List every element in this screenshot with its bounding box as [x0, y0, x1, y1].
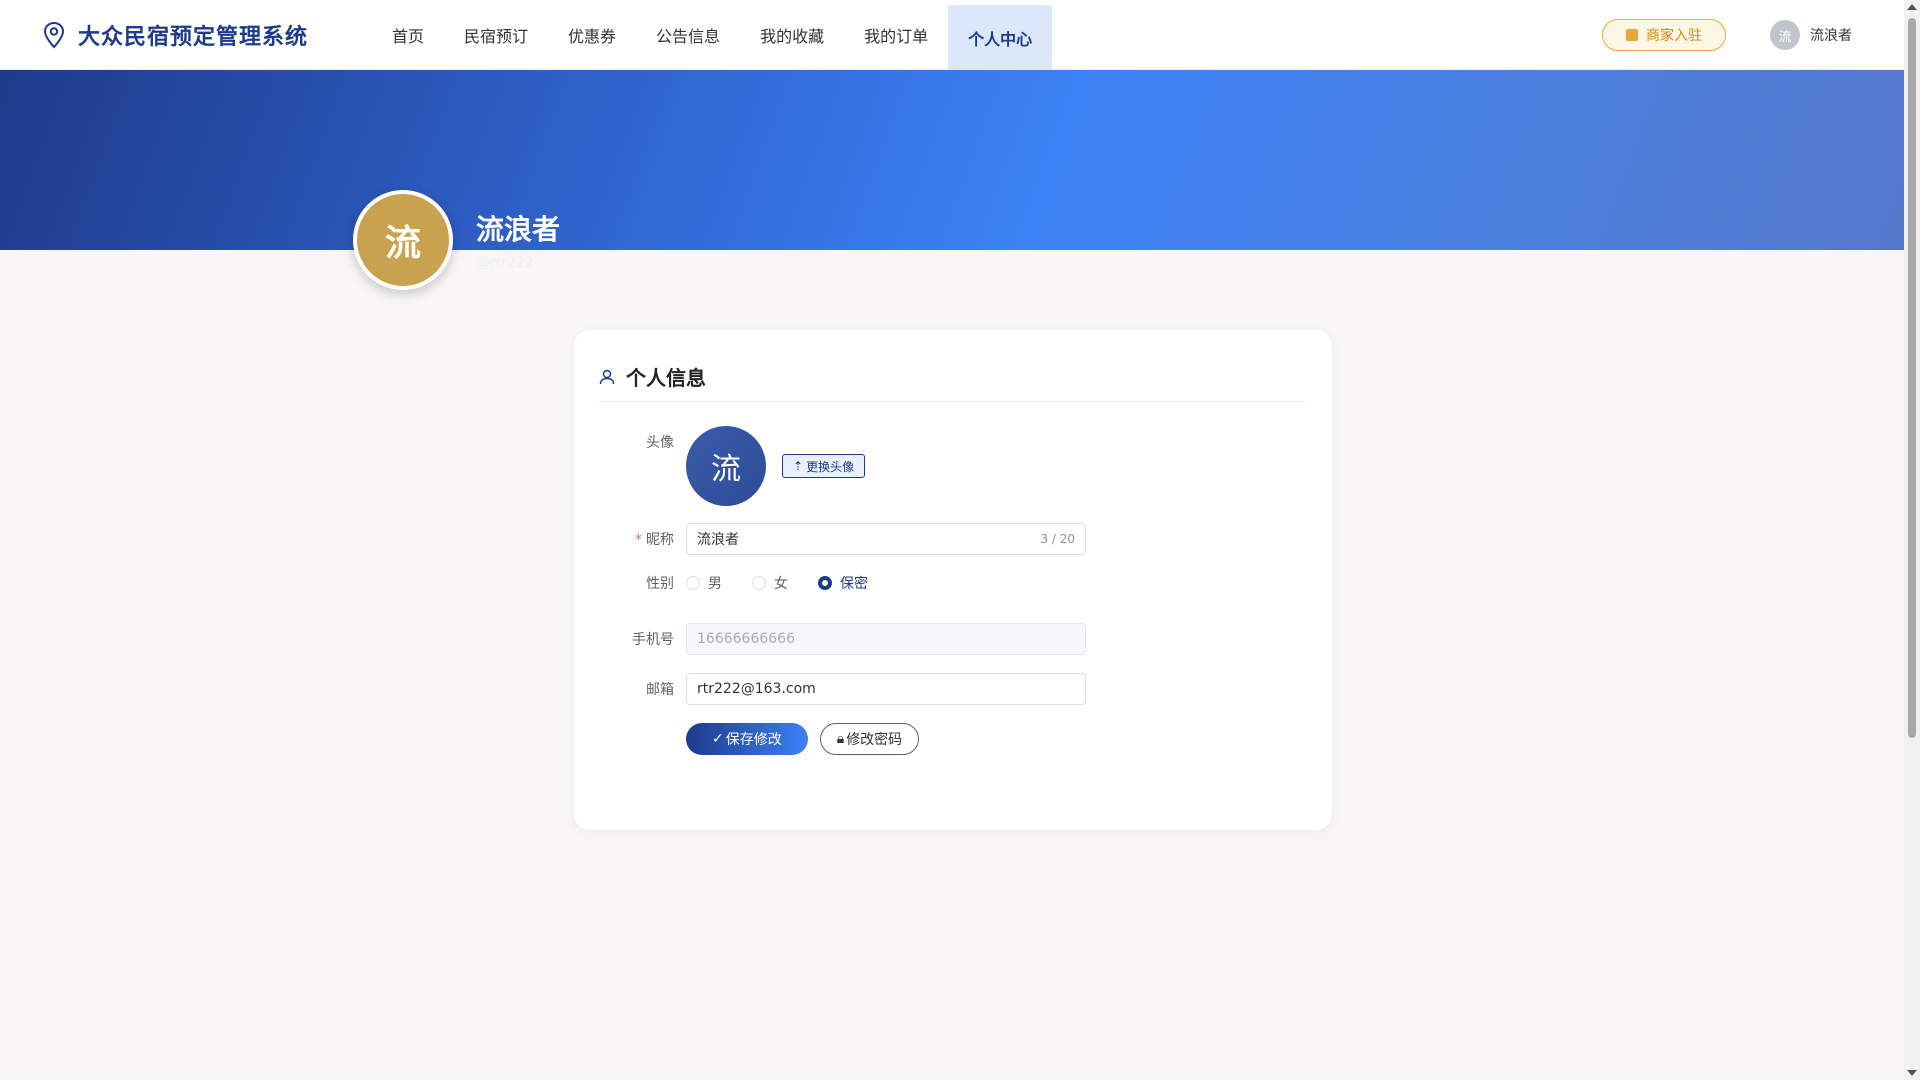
- user-menu[interactable]: 流 流浪者: [1770, 20, 1852, 50]
- required-mark: *: [635, 532, 642, 548]
- gender-radio-male[interactable]: 男: [686, 573, 722, 593]
- profile-banner: [0, 70, 1904, 250]
- save-button[interactable]: ✓ 保存修改: [686, 723, 808, 755]
- card-header: 个人信息: [598, 352, 1308, 402]
- nickname-count: 3 / 20: [1040, 532, 1075, 546]
- profile-avatar: 流: [353, 190, 453, 290]
- card-title: 个人信息: [626, 366, 706, 390]
- gender-female-label: 女: [774, 576, 788, 592]
- nickname-value: 流浪者: [697, 532, 739, 548]
- nav-item-personal-center[interactable]: 个人中心: [948, 4, 1053, 74]
- shop-icon: [1626, 29, 1638, 41]
- nav-item-announcements[interactable]: 公告信息: [636, 0, 740, 70]
- gender-label: 性别: [646, 576, 674, 592]
- merchant-join-button[interactable]: 商家入驻: [1602, 19, 1726, 51]
- nickname-row: * 昵称 流浪者 3 / 20: [574, 523, 1086, 555]
- upload-icon: ⇡: [793, 459, 804, 473]
- phone-input: 16666666666: [686, 623, 1086, 655]
- personal-info-card: 个人信息 头像 流 ⇡ 更换头像 *昵称 流浪者 3 / 20 性别 男 女: [574, 330, 1332, 830]
- radio-circle: [686, 576, 700, 590]
- location-pin-icon: [43, 21, 65, 48]
- nickname-label-text: 昵称: [646, 532, 674, 548]
- scroll-down-icon[interactable]: [1907, 1070, 1917, 1076]
- app-title: 大众民宿预定管理系统: [78, 24, 309, 50]
- gender-radio-secret[interactable]: 保密: [818, 573, 868, 593]
- nickname-label: * 昵称: [574, 529, 686, 549]
- change-password-label: 修改密码: [846, 732, 903, 748]
- profile-username: @rtr222: [476, 255, 534, 271]
- avatar-row: 头像 流 ⇡ 更换头像: [574, 426, 866, 506]
- lock-icon: 🔒︎: [836, 731, 845, 747]
- user-icon: [599, 369, 615, 384]
- email-value: rtr222@163.com: [697, 681, 816, 697]
- gender-radio-female[interactable]: 女: [752, 573, 788, 593]
- actions-row: ✓ 保存修改 🔒︎ 修改密码: [574, 723, 920, 755]
- nav-item-orders[interactable]: 我的订单: [844, 0, 948, 70]
- app-logo[interactable]: 大众民宿预定管理系统: [42, 19, 372, 51]
- nav-item-coupons[interactable]: 优惠券: [548, 0, 636, 70]
- check-icon: ✓: [712, 731, 724, 747]
- gender-radio-group: 男 女 保密: [686, 573, 868, 593]
- avatar-label: 头像: [646, 435, 674, 451]
- nav-item-booking[interactable]: 民宿预订: [444, 0, 548, 70]
- scroll-up-icon[interactable]: [1907, 4, 1917, 10]
- phone-value: 16666666666: [697, 631, 795, 647]
- profile-name: 流浪者: [476, 213, 561, 246]
- form-avatar: 流: [686, 426, 766, 506]
- user-name: 流浪者: [1810, 28, 1852, 44]
- merchant-join-label: 商家入驻: [1646, 28, 1702, 44]
- radio-circle: [818, 576, 832, 590]
- email-label: 邮箱: [646, 682, 674, 698]
- avatar: 流: [1770, 20, 1800, 50]
- gender-male-label: 男: [708, 576, 722, 592]
- change-avatar-label: 更换头像: [806, 459, 855, 474]
- change-password-button[interactable]: 🔒︎ 修改密码: [819, 723, 920, 755]
- change-avatar-button[interactable]: ⇡ 更换头像: [782, 454, 866, 478]
- email-row: 邮箱 rtr222@163.com: [574, 673, 1086, 705]
- gender-secret-label: 保密: [840, 576, 868, 592]
- email-input[interactable]: rtr222@163.com: [686, 673, 1086, 705]
- top-header: 大众民宿预定管理系统 首页 民宿预订 优惠券 公告信息 我的收藏 我的订单 个人…: [0, 0, 1904, 74]
- nav-item-home[interactable]: 首页: [372, 0, 444, 70]
- nickname-input[interactable]: 流浪者 3 / 20: [686, 523, 1086, 555]
- phone-label: 手机号: [632, 632, 674, 648]
- save-button-label: 保存修改: [725, 732, 782, 748]
- gender-row: 性别 男 女 保密: [574, 573, 868, 593]
- radio-circle: [752, 576, 766, 590]
- phone-row: 手机号 16666666666: [574, 623, 1086, 655]
- nav-item-favorites[interactable]: 我的收藏: [740, 0, 844, 70]
- main-nav: 首页 民宿预订 优惠券 公告信息 我的收藏 我的订单 个人中心: [372, 0, 1053, 74]
- page-scrollbar[interactable]: [1904, 0, 1920, 1080]
- scroll-thumb[interactable]: [1908, 18, 1916, 738]
